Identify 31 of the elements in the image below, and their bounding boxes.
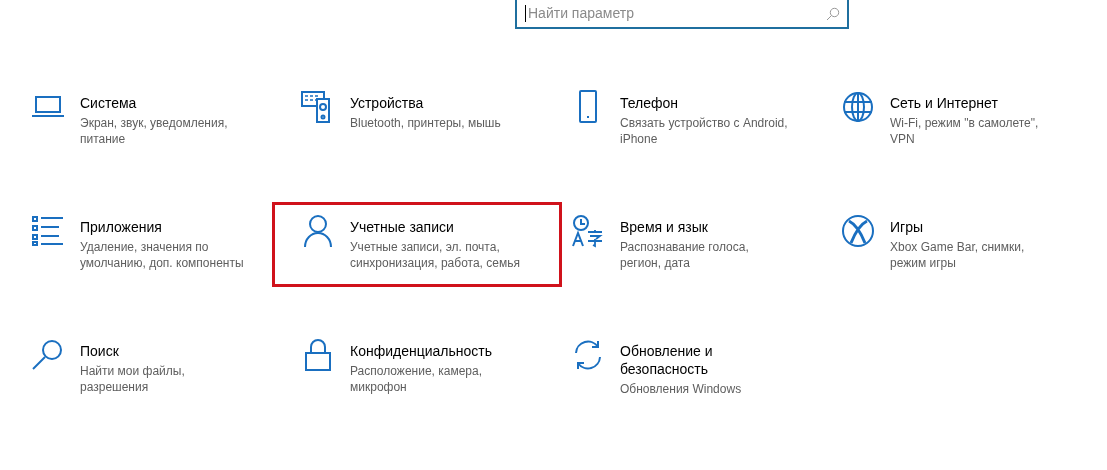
search-icon <box>826 7 840 21</box>
category-description: Распознавание голоса, регион, дата <box>620 239 750 271</box>
clock-character-icon <box>571 214 605 248</box>
category-description: Обновления Windows <box>620 381 743 397</box>
category-title[interactable]: Сеть и Интернет <box>890 94 1060 112</box>
category-title[interactable]: Приложения <box>80 218 250 236</box>
category-description: Wi-Fi, режим "в самолете", VPN <box>890 115 1040 147</box>
category-description: Связать устройство с Android, iPhone <box>620 115 789 147</box>
category-title[interactable]: Игры <box>890 218 1060 236</box>
globe-icon <box>841 90 875 124</box>
category-description: Найти мои файлы, разрешения <box>80 363 186 395</box>
text-cursor <box>525 5 526 22</box>
category-title[interactable]: Обновление и безопасность <box>620 342 790 378</box>
category-description: Учетные записи, эл. почта, синхронизация, работа, семья <box>350 239 520 271</box>
category-title[interactable]: Учетные записи <box>350 218 520 236</box>
category-title[interactable]: Поиск <box>80 342 250 360</box>
search-field[interactable]: Найти параметр <box>515 0 849 29</box>
category-title[interactable]: Конфиденциальность <box>350 342 520 360</box>
search-icon <box>31 338 65 372</box>
category-description: Удаление, значения по умолчанию, доп. компоненты <box>80 239 245 271</box>
person-icon <box>301 214 335 248</box>
category-description: Xbox Game Bar, снимки, режим игры <box>890 239 1026 271</box>
category-description: Расположение, камера, микрофон <box>350 363 484 395</box>
list-icon <box>31 214 65 248</box>
category-description: Экран, звук, уведомления, питание <box>80 115 229 147</box>
xbox-icon <box>841 214 875 248</box>
category-title[interactable]: Устройства <box>350 94 520 112</box>
category-title[interactable]: Система <box>80 94 250 112</box>
category-description: Bluetooth, принтеры, мышь <box>350 115 502 131</box>
category-title[interactable]: Время и язык <box>620 218 790 236</box>
category-title[interactable]: Телефон <box>620 94 790 112</box>
